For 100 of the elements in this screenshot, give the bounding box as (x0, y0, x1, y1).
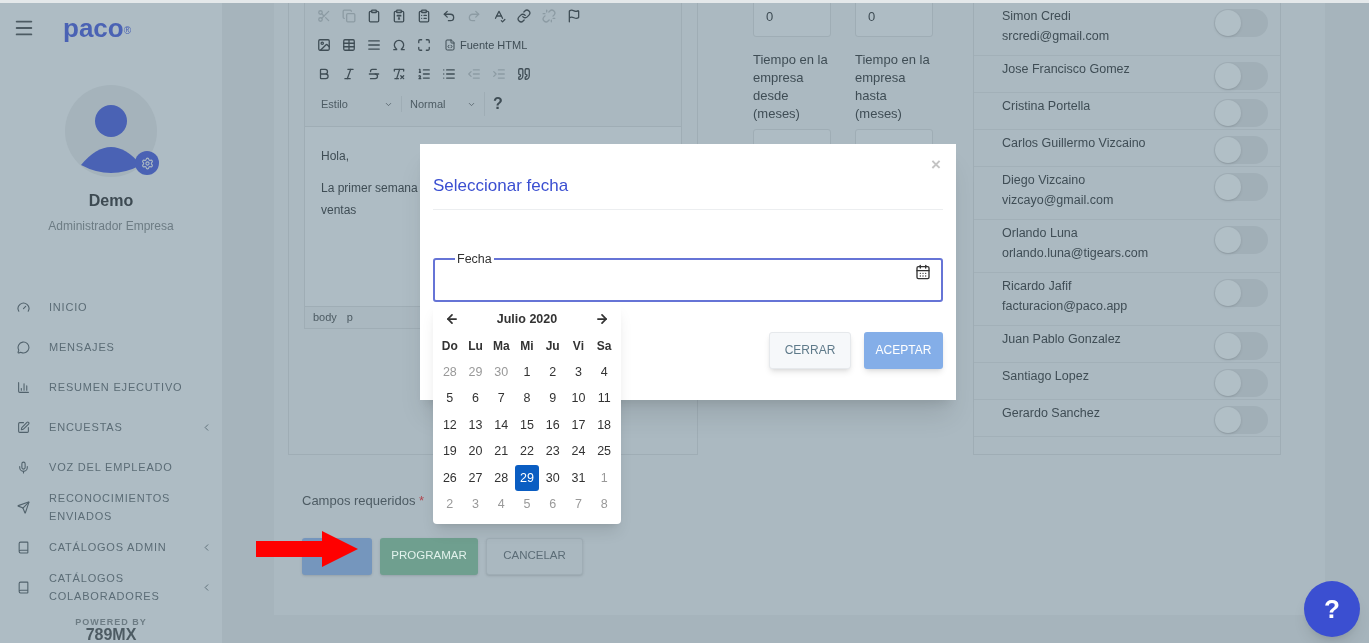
calendar-day[interactable]: 4 (592, 359, 617, 386)
previous-month-icon[interactable] (445, 312, 459, 326)
recipient-name: Diego Vizcaino (1002, 172, 1087, 189)
brand-logo: 789MX (85, 627, 137, 643)
calendar-day[interactable]: 31 (566, 465, 591, 492)
weekday-label: Lu (467, 338, 484, 355)
flag-icon[interactable] (567, 9, 581, 23)
calendar-day[interactable]: 16 (540, 412, 565, 439)
field-label: Tiempo en la empresa desde (meses) (753, 51, 829, 123)
toggle-switch[interactable] (1214, 9, 1268, 37)
bullet-list-icon[interactable] (442, 67, 456, 81)
calendar-day[interactable]: 19 (437, 438, 462, 465)
modal-button[interactable]: CERRAR (769, 331, 851, 369)
recipient-email: vizcayo@gmail.com (1002, 192, 1114, 209)
settings-badge[interactable] (135, 151, 159, 175)
calendar-day[interactable]: 17 (566, 412, 591, 439)
recipient-email: facturacion@paco.app (1002, 298, 1128, 315)
calendar-day[interactable]: 27 (463, 465, 488, 492)
style-dropdown[interactable]: Estilo (313, 95, 393, 113)
calendar-day[interactable]: 3 (566, 359, 591, 386)
weekday-label: Sa (595, 338, 613, 355)
toggle-switch[interactable] (1214, 62, 1268, 90)
recipient-name: Simon Credi (1002, 8, 1072, 25)
toggle-switch[interactable] (1214, 99, 1268, 127)
paste-text-icon[interactable] (392, 9, 406, 23)
body-text: ventas (321, 202, 357, 219)
calendar-day[interactable]: 6 (463, 385, 488, 412)
calendar-day[interactable]: 20 (463, 438, 488, 465)
recipient-name: Jose Francisco Gomez (1002, 61, 1130, 78)
toggle-switch[interactable] (1214, 369, 1268, 397)
calendar-day[interactable]: 21 (489, 438, 514, 465)
calendar-day[interactable]: 22 (515, 438, 539, 465)
calendar-day[interactable]: 11 (592, 385, 617, 412)
calendar-day[interactable]: 28 (489, 465, 514, 492)
calendar-day[interactable]: 2 (540, 359, 565, 386)
strikethrough-icon[interactable] (367, 67, 381, 81)
calendar-day[interactable]: 7 (489, 385, 514, 412)
omega-icon[interactable] (392, 38, 406, 52)
italic-icon[interactable] (342, 67, 356, 81)
recipient-name: Orlando Luna (1002, 225, 1079, 242)
date-field[interactable]: Fecha (433, 253, 943, 302)
bold-icon[interactable] (317, 67, 331, 81)
calendar-day[interactable]: 12 (437, 412, 462, 439)
book-icon (17, 580, 30, 594)
calendar-day[interactable]: 26 (437, 465, 462, 492)
paste-icon[interactable] (367, 9, 381, 23)
recipient-name: Cristina Portella (1002, 98, 1091, 115)
toggle-switch[interactable] (1214, 406, 1268, 434)
calendar-day[interactable]: 1 (515, 359, 539, 386)
user-name: Demo (87, 191, 135, 211)
calendar-day[interactable]: 15 (515, 412, 539, 439)
calendar-day[interactable]: 29 (515, 465, 539, 492)
toggle-switch[interactable] (1214, 136, 1268, 164)
registered-mark: ® (123, 25, 132, 36)
recipient-name: Carlos Guillermo Vizcaino (1002, 135, 1146, 152)
nav-label: INICIO (49, 300, 89, 315)
speech-bubble-icon (17, 340, 30, 354)
required-note: Campos requeridos * (302, 492, 425, 510)
toggle-switch[interactable] (1214, 332, 1268, 360)
element-path[interactable]: p (346, 309, 353, 326)
calendar-icon (915, 263, 931, 280)
weekday-label: Mi (519, 338, 535, 355)
format-dropdown[interactable]: Normal (401, 95, 476, 113)
calendar-day[interactable]: 13 (463, 412, 488, 439)
calendar-day[interactable]: 14 (489, 412, 514, 439)
numbered-list-icon[interactable] (417, 67, 431, 81)
calendar-day[interactable]: 24 (566, 438, 591, 465)
spellcheck-icon[interactable] (492, 9, 506, 23)
microphone-icon (17, 460, 30, 474)
paste-list-icon[interactable] (417, 9, 431, 23)
weekday-label: Do (440, 338, 459, 355)
calendar-day[interactable]: 10 (566, 385, 591, 412)
weekday-label: Ma (491, 338, 511, 355)
horizontal-lines-icon[interactable] (367, 38, 381, 52)
calendar-day[interactable]: 18 (592, 412, 617, 439)
help-button[interactable]: ? (484, 92, 503, 116)
calendar-day[interactable]: 9 (540, 385, 565, 412)
link-icon[interactable] (517, 9, 531, 23)
recipient-name: Santiago Lopez (1002, 368, 1089, 385)
calendar-day[interactable]: 5 (437, 385, 462, 412)
source-button[interactable]: Fuente HTML (444, 36, 528, 54)
remove-format-icon[interactable] (392, 67, 406, 81)
calendar-day[interactable]: 25 (592, 438, 617, 465)
toggle-switch[interactable] (1214, 226, 1268, 254)
maximize-icon[interactable] (417, 38, 431, 52)
toggle-switch[interactable] (1214, 279, 1268, 307)
recipient-name: Juan Pablo Gonzalez (1002, 331, 1121, 348)
calendar-day[interactable]: 8 (515, 385, 539, 412)
next-month-icon[interactable] (595, 312, 609, 326)
number-input[interactable]: 0 (753, 3, 831, 37)
element-path[interactable]: body (313, 309, 337, 326)
toggle-switch[interactable] (1214, 173, 1268, 201)
calendar-day[interactable]: 30 (540, 465, 565, 492)
month-title[interactable]: Julio 2020 (496, 309, 558, 329)
number-input[interactable]: 0 (855, 3, 933, 37)
image-icon[interactable] (317, 38, 331, 52)
undo-icon[interactable] (442, 9, 456, 23)
table-icon[interactable] (342, 38, 356, 52)
calendar-day[interactable]: 23 (540, 438, 565, 465)
quote-icon[interactable] (517, 67, 531, 81)
